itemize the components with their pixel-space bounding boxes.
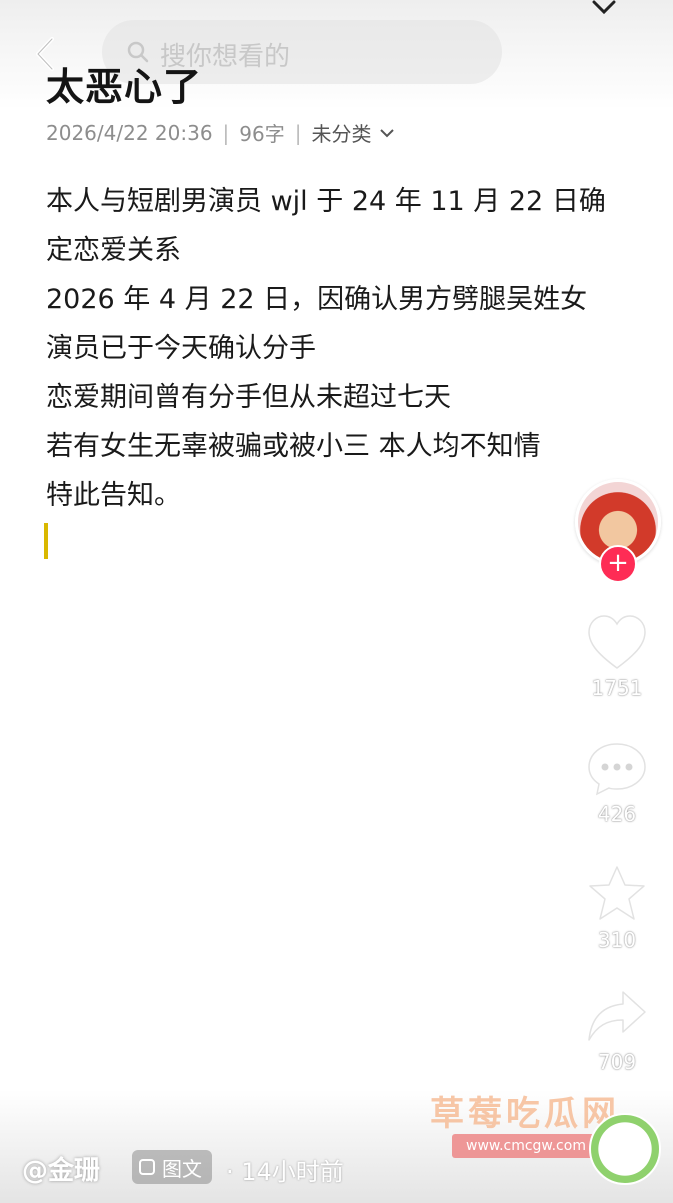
image-text-icon [139,1159,155,1175]
meta-divider: | [222,120,230,145]
share-count: 709 [597,1050,637,1074]
body-line: 本人与短剧男演员 wjl 于 24 年 11 月 22 日确 [46,186,606,217]
note-category[interactable]: 未分类 [312,118,372,147]
like-count: 1751 [591,676,643,700]
body-line: 2026 年 4 月 22 日，因确认男方劈腿吴姓女 [46,284,588,315]
comment-count: 426 [597,802,637,826]
post-time: · 14小时前 [226,1158,344,1186]
text-cursor [44,523,48,559]
star-icon[interactable] [585,864,649,924]
watermark-mascot [589,1113,661,1185]
body-line: 定恋爱关系 [46,235,181,266]
watermark-title: 草莓吃瓜网 [430,1094,620,1134]
note-title: 太恶心了 [46,65,203,109]
favorite-count: 310 [597,928,637,952]
more-icon[interactable] [591,0,617,18]
share-icon[interactable] [585,986,649,1046]
follow-button[interactable]: + [599,545,637,583]
watermark-url: www.cmcgw.com [452,1134,600,1158]
heart-icon[interactable] [585,612,649,672]
note-word-count: 96字 [239,122,285,146]
body-line: 演员已于今天确认分手 [46,333,316,364]
note-body[interactable]: 本人与短剧男演员 wjl 于 24 年 11 月 22 日确 定恋爱关系 202… [46,177,606,520]
body-line: 特此告知。 [46,480,181,511]
post-type-label: 图文 [162,1156,202,1181]
chevron-down-icon[interactable] [379,128,394,138]
author-name[interactable]: @金珊 [22,1150,100,1187]
body-line: 恋爱期间曾有分手但从未超过七天 [46,382,451,413]
post-type-badge: 图文 [132,1150,212,1184]
meta-divider: | [294,120,302,145]
body-line: 若有女生无辜被骗或被小三 本人均不知情 [46,431,541,462]
note-date: 2026/4/22 20:36 [46,120,213,145]
comment-icon[interactable] [585,738,649,798]
note-meta: 2026/4/22 20:36 | 96字 | 未分类 [46,118,394,147]
